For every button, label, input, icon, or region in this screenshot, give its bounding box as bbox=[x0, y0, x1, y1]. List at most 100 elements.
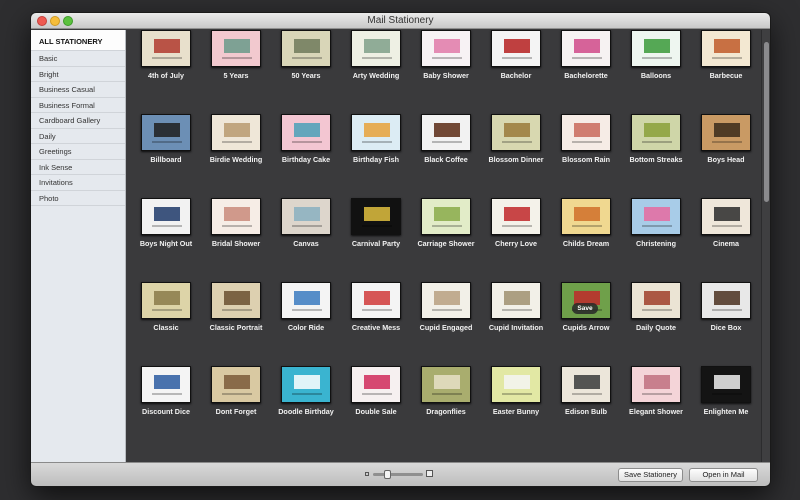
stationery-item[interactable]: Balloons bbox=[621, 30, 691, 96]
stationery-thumbnail[interactable] bbox=[211, 366, 261, 403]
sidebar-item-business-formal[interactable]: Business Formal bbox=[31, 98, 125, 113]
stationery-item[interactable]: 5 Years bbox=[201, 30, 271, 96]
stationery-item[interactable]: Billboard bbox=[131, 110, 201, 180]
stationery-thumbnail[interactable] bbox=[281, 198, 331, 235]
stationery-item[interactable]: Blossom Dinner bbox=[481, 110, 551, 180]
stationery-thumbnail[interactable] bbox=[701, 198, 751, 235]
stationery-thumbnail[interactable] bbox=[701, 282, 751, 319]
stationery-item[interactable]: Cupid Invitation bbox=[481, 278, 551, 348]
stationery-item[interactable]: Elegant Shower bbox=[621, 362, 691, 432]
stationery-item[interactable]: Black Coffee bbox=[411, 110, 481, 180]
stationery-item[interactable]: Birthday Cake bbox=[271, 110, 341, 180]
stationery-item[interactable]: Dont Forget bbox=[201, 362, 271, 432]
stationery-item[interactable]: Boys Head bbox=[691, 110, 761, 180]
stationery-thumbnail[interactable] bbox=[631, 114, 681, 151]
stationery-thumbnail[interactable] bbox=[351, 366, 401, 403]
stationery-item[interactable]: Barbecue bbox=[691, 30, 761, 96]
save-overlay-button[interactable]: Save bbox=[572, 303, 598, 314]
stationery-thumbnail[interactable] bbox=[701, 30, 751, 67]
stationery-thumbnail[interactable] bbox=[351, 30, 401, 67]
sidebar-item-bright[interactable]: Bright bbox=[31, 67, 125, 82]
title-bar[interactable]: Mail Stationery bbox=[31, 13, 770, 29]
stationery-item[interactable]: Bottom Streaks bbox=[621, 110, 691, 180]
sidebar-item-basic[interactable]: Basic bbox=[31, 51, 125, 67]
scrollbar-thumb[interactable] bbox=[764, 42, 769, 202]
stationery-thumbnail[interactable] bbox=[141, 366, 191, 403]
stationery-item[interactable]: 50 Years bbox=[271, 30, 341, 96]
stationery-thumbnail[interactable] bbox=[631, 198, 681, 235]
stationery-thumbnail[interactable] bbox=[701, 114, 751, 151]
stationery-item[interactable]: Birdie Wedding bbox=[201, 110, 271, 180]
stationery-item[interactable]: Creative Mess bbox=[341, 278, 411, 348]
stationery-item[interactable]: Carnival Party bbox=[341, 194, 411, 264]
sidebar-item-photo[interactable]: Photo bbox=[31, 191, 125, 206]
stationery-thumbnail[interactable] bbox=[211, 114, 261, 151]
stationery-thumbnail[interactable] bbox=[141, 30, 191, 67]
stationery-item[interactable]: Baby Shower bbox=[411, 30, 481, 96]
sidebar-item-business-casual[interactable]: Business Casual bbox=[31, 82, 125, 98]
stationery-thumbnail[interactable] bbox=[421, 198, 471, 235]
stationery-thumbnail[interactable] bbox=[561, 30, 611, 67]
thumbnail-size-slider[interactable] bbox=[365, 469, 437, 481]
stationery-thumbnail[interactable] bbox=[491, 366, 541, 403]
stationery-item[interactable]: Bachelor bbox=[481, 30, 551, 96]
sidebar-item-daily[interactable]: Daily bbox=[31, 129, 125, 144]
stationery-thumbnail[interactable] bbox=[351, 282, 401, 319]
stationery-item[interactable]: Cinema bbox=[691, 194, 761, 264]
open-in-mail-button[interactable]: Open in Mail bbox=[689, 468, 758, 482]
stationery-item[interactable]: Color Ride bbox=[271, 278, 341, 348]
stationery-thumbnail[interactable] bbox=[701, 366, 751, 403]
stationery-item[interactable]: Cupid Engaged bbox=[411, 278, 481, 348]
stationery-item[interactable]: Dragonflies bbox=[411, 362, 481, 432]
stationery-thumbnail[interactable] bbox=[491, 114, 541, 151]
stationery-thumbnail[interactable] bbox=[631, 366, 681, 403]
stationery-thumbnail[interactable] bbox=[491, 30, 541, 67]
stationery-item[interactable]: Classic Portrait bbox=[201, 278, 271, 348]
stationery-item[interactable]: Canvas bbox=[271, 194, 341, 264]
stationery-thumbnail[interactable] bbox=[281, 114, 331, 151]
stationery-item[interactable]: Edison Bulb bbox=[551, 362, 621, 432]
stationery-thumbnail[interactable] bbox=[421, 114, 471, 151]
stationery-item[interactable]: Arty Wedding bbox=[341, 30, 411, 96]
vertical-scrollbar[interactable] bbox=[761, 30, 770, 462]
sidebar-item-cardboard-gallery[interactable]: Cardboard Gallery bbox=[31, 113, 125, 129]
stationery-item[interactable]: Save Cupids Arrow bbox=[551, 278, 621, 348]
save-stationery-button[interactable]: Save Stationery bbox=[618, 468, 683, 482]
sidebar-item-ink-sense[interactable]: Ink Sense bbox=[31, 160, 125, 175]
stationery-thumbnail[interactable] bbox=[281, 282, 331, 319]
stationery-item[interactable]: Doodle Birthday bbox=[271, 362, 341, 432]
stationery-thumbnail[interactable] bbox=[491, 282, 541, 319]
stationery-thumbnail[interactable] bbox=[561, 198, 611, 235]
stationery-item[interactable]: Bridal Shower bbox=[201, 194, 271, 264]
stationery-item[interactable]: Classic bbox=[131, 278, 201, 348]
stationery-thumbnail[interactable] bbox=[281, 30, 331, 67]
stationery-thumbnail[interactable] bbox=[141, 114, 191, 151]
stationery-thumbnail[interactable] bbox=[351, 198, 401, 235]
stationery-item[interactable]: Birthday Fish bbox=[341, 110, 411, 180]
stationery-thumbnail[interactable] bbox=[351, 114, 401, 151]
stationery-item[interactable]: Dice Box bbox=[691, 278, 761, 348]
stationery-item[interactable]: Childs Dream bbox=[551, 194, 621, 264]
stationery-item[interactable]: Discount Dice bbox=[131, 362, 201, 432]
stationery-item[interactable]: Boys Night Out bbox=[131, 194, 201, 264]
slider-knob[interactable] bbox=[383, 470, 391, 479]
stationery-item[interactable]: Carriage Shower bbox=[411, 194, 481, 264]
stationery-thumbnail[interactable] bbox=[421, 30, 471, 67]
stationery-thumbnail[interactable] bbox=[631, 282, 681, 319]
stationery-thumbnail[interactable]: Save bbox=[561, 282, 611, 319]
stationery-item[interactable]: Cherry Love bbox=[481, 194, 551, 264]
stationery-item[interactable]: Bachelorette bbox=[551, 30, 621, 96]
stationery-item[interactable]: 4th of July bbox=[131, 30, 201, 96]
stationery-item[interactable]: Blossom Rain bbox=[551, 110, 621, 180]
stationery-thumbnail[interactable] bbox=[281, 366, 331, 403]
stationery-thumbnail[interactable] bbox=[211, 198, 261, 235]
sidebar-item-all-stationery[interactable]: ALL STATIONERY bbox=[31, 30, 125, 51]
stationery-item[interactable]: Easter Bunny bbox=[481, 362, 551, 432]
stationery-thumbnail[interactable] bbox=[561, 366, 611, 403]
stationery-item[interactable]: Daily Quote bbox=[621, 278, 691, 348]
stationery-thumbnail[interactable] bbox=[421, 282, 471, 319]
stationery-thumbnail[interactable] bbox=[631, 30, 681, 67]
stationery-thumbnail[interactable] bbox=[421, 366, 471, 403]
stationery-item[interactable]: Double Sale bbox=[341, 362, 411, 432]
stationery-thumbnail[interactable] bbox=[561, 114, 611, 151]
